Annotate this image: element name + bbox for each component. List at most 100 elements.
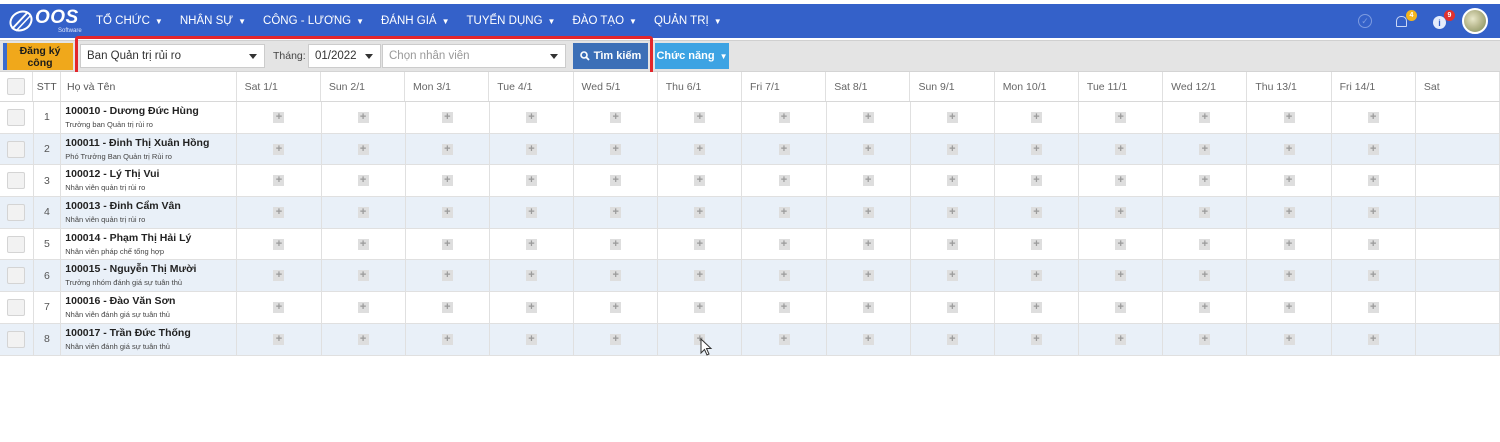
add-attendance-button[interactable]: + — [778, 333, 790, 345]
row-checkbox[interactable] — [7, 267, 26, 285]
add-attendance-button[interactable]: + — [1283, 270, 1295, 282]
add-attendance-button[interactable]: + — [1031, 238, 1043, 250]
add-attendance-button[interactable]: + — [441, 175, 453, 187]
add-attendance-button[interactable]: + — [1283, 301, 1295, 313]
row-checkbox[interactable] — [7, 330, 26, 348]
add-attendance-button[interactable]: + — [441, 301, 453, 313]
add-attendance-button[interactable]: + — [1031, 206, 1043, 218]
add-attendance-button[interactable]: + — [1367, 206, 1379, 218]
add-attendance-button[interactable]: + — [1115, 206, 1127, 218]
add-attendance-button[interactable]: + — [778, 238, 790, 250]
register-attendance-button[interactable]: Đăng ký công — [3, 43, 73, 70]
add-attendance-button[interactable]: + — [1199, 143, 1211, 155]
add-attendance-button[interactable]: + — [694, 206, 706, 218]
add-attendance-button[interactable]: + — [862, 270, 874, 282]
employee-select[interactable]: Chọn nhân viên — [382, 44, 566, 68]
notification-bell[interactable]: 4 — [1394, 10, 1417, 31]
check-circle-icon[interactable]: ✓ — [1358, 14, 1372, 28]
nav-item[interactable]: ĐÀO TẠO ▼ — [572, 15, 636, 27]
add-attendance-button[interactable]: + — [357, 301, 369, 313]
add-attendance-button[interactable]: + — [441, 206, 453, 218]
add-attendance-button[interactable]: + — [441, 111, 453, 123]
row-checkbox[interactable] — [7, 298, 26, 316]
add-attendance-button[interactable]: + — [1283, 143, 1295, 155]
add-attendance-button[interactable]: + — [778, 270, 790, 282]
add-attendance-button[interactable]: + — [1115, 301, 1127, 313]
add-attendance-button[interactable]: + — [694, 270, 706, 282]
add-attendance-button[interactable]: + — [694, 111, 706, 123]
add-attendance-button[interactable]: + — [610, 111, 622, 123]
add-attendance-button[interactable]: + — [441, 333, 453, 345]
add-attendance-button[interactable]: + — [441, 270, 453, 282]
add-attendance-button[interactable]: + — [525, 333, 537, 345]
add-attendance-button[interactable]: + — [357, 143, 369, 155]
add-attendance-button[interactable]: + — [610, 143, 622, 155]
add-attendance-button[interactable]: + — [441, 143, 453, 155]
add-attendance-button[interactable]: + — [1367, 301, 1379, 313]
add-attendance-button[interactable]: + — [525, 238, 537, 250]
add-attendance-button[interactable]: + — [610, 333, 622, 345]
row-checkbox[interactable] — [7, 203, 26, 221]
add-attendance-button[interactable]: + — [778, 111, 790, 123]
add-attendance-button[interactable]: + — [1367, 175, 1379, 187]
add-attendance-button[interactable]: + — [273, 301, 285, 313]
add-attendance-button[interactable]: + — [357, 206, 369, 218]
add-attendance-button[interactable]: + — [525, 143, 537, 155]
add-attendance-button[interactable]: + — [525, 301, 537, 313]
add-attendance-button[interactable]: + — [1283, 175, 1295, 187]
add-attendance-button[interactable]: + — [273, 111, 285, 123]
department-select[interactable]: Ban Quản trị rủi ro — [80, 44, 265, 68]
add-attendance-button[interactable]: + — [1199, 238, 1211, 250]
add-attendance-button[interactable]: + — [946, 111, 958, 123]
add-attendance-button[interactable]: + — [946, 206, 958, 218]
add-attendance-button[interactable]: + — [357, 175, 369, 187]
add-attendance-button[interactable]: + — [1031, 143, 1043, 155]
row-checkbox[interactable] — [7, 235, 26, 253]
add-attendance-button[interactable]: + — [1115, 333, 1127, 345]
add-attendance-button[interactable]: + — [1283, 238, 1295, 250]
add-attendance-button[interactable]: + — [357, 238, 369, 250]
add-attendance-button[interactable]: + — [273, 175, 285, 187]
add-attendance-button[interactable]: + — [1115, 238, 1127, 250]
add-attendance-button[interactable]: + — [273, 270, 285, 282]
add-attendance-button[interactable]: + — [694, 301, 706, 313]
add-attendance-button[interactable]: + — [610, 175, 622, 187]
add-attendance-button[interactable]: + — [778, 301, 790, 313]
add-attendance-button[interactable]: + — [1115, 143, 1127, 155]
add-attendance-button[interactable]: + — [946, 175, 958, 187]
user-avatar[interactable] — [1462, 8, 1488, 34]
nav-item[interactable]: ĐÁNH GIÁ ▼ — [381, 15, 450, 27]
add-attendance-button[interactable]: + — [1367, 238, 1379, 250]
add-attendance-button[interactable]: + — [273, 143, 285, 155]
add-attendance-button[interactable]: + — [1283, 206, 1295, 218]
add-attendance-button[interactable]: + — [862, 333, 874, 345]
add-attendance-button[interactable]: + — [1031, 333, 1043, 345]
row-checkbox[interactable] — [7, 172, 26, 190]
add-attendance-button[interactable]: + — [357, 111, 369, 123]
add-attendance-button[interactable]: + — [1115, 270, 1127, 282]
oos-logo[interactable]: OOS Software — [6, 4, 92, 38]
select-all-checkbox[interactable] — [7, 78, 26, 95]
add-attendance-button[interactable]: + — [694, 143, 706, 155]
add-attendance-button[interactable]: + — [1199, 333, 1211, 345]
add-attendance-button[interactable]: + — [778, 143, 790, 155]
add-attendance-button[interactable]: + — [273, 206, 285, 218]
add-attendance-button[interactable]: + — [694, 238, 706, 250]
add-attendance-button[interactable]: + — [862, 206, 874, 218]
add-attendance-button[interactable]: + — [946, 333, 958, 345]
add-attendance-button[interactable]: + — [610, 301, 622, 313]
add-attendance-button[interactable]: + — [1367, 333, 1379, 345]
nav-item[interactable]: CÔNG - LƯƠNG ▼ — [263, 15, 364, 27]
add-attendance-button[interactable]: + — [1199, 301, 1211, 313]
nav-item[interactable]: TUYỂN DỤNG ▼ — [467, 15, 556, 27]
add-attendance-button[interactable]: + — [946, 143, 958, 155]
add-attendance-button[interactable]: + — [1367, 270, 1379, 282]
add-attendance-button[interactable]: + — [862, 301, 874, 313]
add-attendance-button[interactable]: + — [1115, 175, 1127, 187]
add-attendance-button[interactable]: + — [1031, 175, 1043, 187]
add-attendance-button[interactable]: + — [1031, 301, 1043, 313]
add-attendance-button[interactable]: + — [1199, 270, 1211, 282]
add-attendance-button[interactable]: + — [357, 270, 369, 282]
add-attendance-button[interactable]: + — [1199, 206, 1211, 218]
add-attendance-button[interactable]: + — [357, 333, 369, 345]
